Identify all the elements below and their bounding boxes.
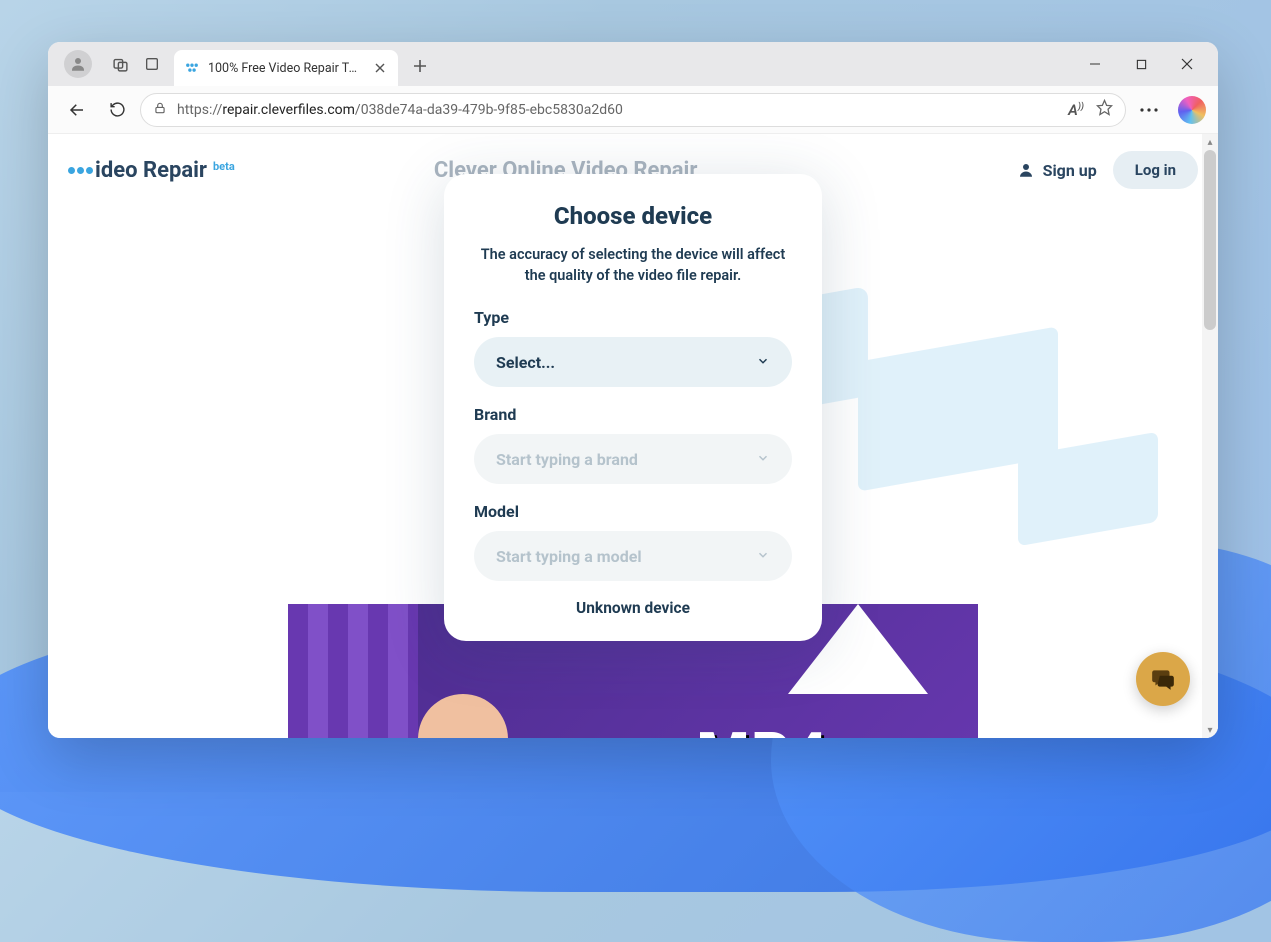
address-bar[interactable]: https://repair.cleverfiles.com/038de74a-…	[140, 93, 1126, 127]
thumbnail-text: MP4	[697, 719, 829, 739]
browser-profile-button[interactable]	[64, 50, 92, 78]
scrollbar-thumb[interactable]	[1204, 150, 1216, 330]
window-maximize-button[interactable]	[1118, 46, 1164, 82]
browser-titlebar: 100% Free Video Repair Tool Onli…	[48, 42, 1218, 86]
login-button[interactable]: Log in	[1113, 151, 1198, 189]
type-select[interactable]: Select...	[474, 337, 792, 387]
model-label: Model	[474, 502, 792, 521]
page-content: ideo Repair beta Clever Online Video Rep…	[48, 134, 1218, 738]
workspaces-icon[interactable]	[104, 48, 136, 80]
favorite-icon[interactable]	[1096, 99, 1113, 120]
site-lock-icon[interactable]	[153, 101, 167, 119]
tab-actions-icon[interactable]	[136, 48, 168, 80]
chevron-down-icon	[756, 450, 770, 469]
modal-title: Choose device	[468, 202, 798, 230]
scroll-up-icon[interactable]: ▴	[1202, 134, 1218, 150]
settings-more-button[interactable]	[1132, 93, 1166, 127]
window-minimize-button[interactable]	[1072, 46, 1118, 82]
url-text: https://repair.cleverfiles.com/038de74a-…	[177, 102, 623, 118]
modal-subtitle: The accuracy of selecting the device wil…	[468, 244, 798, 286]
chat-button[interactable]	[1136, 652, 1190, 706]
browser-tab[interactable]: 100% Free Video Repair Tool Onli…	[174, 50, 398, 86]
scroll-down-icon[interactable]: ▾	[1202, 722, 1218, 738]
window-close-button[interactable]	[1164, 46, 1210, 82]
chevron-down-icon	[756, 547, 770, 566]
tab-favicon-icon	[184, 60, 200, 76]
chat-icon	[1150, 666, 1176, 692]
chevron-down-icon	[756, 353, 770, 372]
copilot-icon[interactable]	[1178, 96, 1206, 124]
window-controls	[1072, 46, 1210, 82]
logo-dots-icon	[68, 167, 93, 174]
choose-device-modal: Choose device The accuracy of selecting …	[444, 174, 822, 641]
brand-select[interactable]: Start typing a brand	[474, 434, 792, 484]
back-button[interactable]	[60, 93, 94, 127]
model-select[interactable]: Start typing a model	[474, 531, 792, 581]
tab-title: 100% Free Video Repair Tool Onli…	[208, 61, 364, 76]
type-label: Type	[474, 308, 792, 327]
browser-toolbar: https://repair.cleverfiles.com/038de74a-…	[48, 86, 1218, 134]
new-tab-button[interactable]	[404, 50, 436, 82]
tab-close-button[interactable]	[372, 60, 388, 76]
scrollbar[interactable]: ▴ ▾	[1202, 134, 1218, 738]
browser-window: 100% Free Video Repair Tool Onli…	[48, 42, 1218, 738]
brand-label: Brand	[474, 405, 792, 424]
user-icon	[1017, 161, 1035, 179]
signup-link[interactable]: Sign up	[1017, 161, 1097, 180]
refresh-button[interactable]	[100, 93, 134, 127]
unknown-device-link[interactable]: Unknown device	[468, 599, 798, 617]
read-aloud-icon[interactable]: A))	[1068, 101, 1084, 119]
